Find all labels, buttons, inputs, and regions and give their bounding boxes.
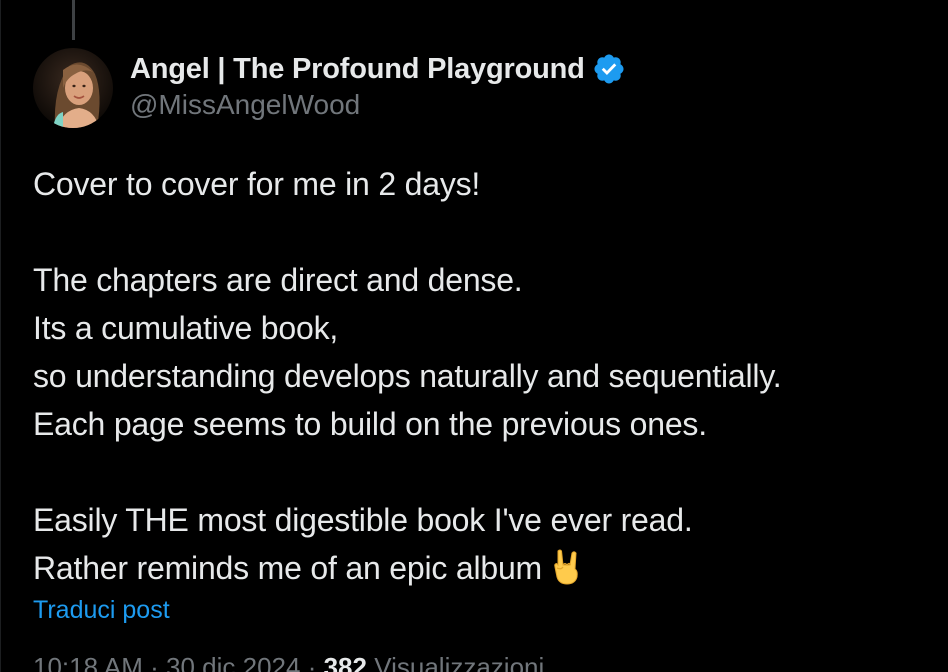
post-line: The chapters are direct and dense.	[33, 262, 523, 298]
post-line: Its a cumulative book,	[33, 310, 339, 346]
post-line-blank	[33, 448, 933, 496]
post-line-last: Rather reminds me of an epic album	[33, 544, 933, 592]
avatar-photo	[33, 48, 113, 128]
post-meta: 10:18 AM · 30 dic 2024 · 382 Visualizzaz…	[33, 652, 544, 672]
column-border	[0, 0, 1, 672]
post-line-blank	[33, 208, 933, 256]
post-body: Cover to cover for me in 2 days! The cha…	[33, 160, 933, 592]
verified-badge-icon[interactable]	[592, 52, 626, 86]
meta-separator: ·	[307, 652, 317, 672]
display-name[interactable]: Angel | The Profound Playground	[130, 53, 585, 86]
avatar[interactable]	[33, 48, 113, 128]
user-handle[interactable]: @MissAngelWood	[130, 89, 626, 121]
post-view: Angel | The Profound Playground @MissAng…	[0, 0, 948, 672]
translate-post-link[interactable]: Traduci post	[33, 596, 170, 625]
post-time[interactable]: 10:18 AM	[33, 652, 143, 672]
post-line: so understanding develops naturally and …	[33, 358, 782, 394]
post-date[interactable]: 30 dic 2024	[166, 652, 300, 672]
post-line: Each page seems to build on the previous…	[33, 406, 707, 442]
thread-connector-line	[72, 0, 75, 40]
post-line-text: Rather reminds me of an epic album	[33, 550, 542, 586]
post-line: Cover to cover for me in 2 days!	[33, 166, 481, 202]
post-line: Easily THE most digestible book I've eve…	[33, 502, 693, 538]
views-label: Visualizzazioni	[374, 652, 545, 672]
post-header: Angel | The Profound Playground @MissAng…	[130, 50, 626, 121]
meta-separator: ·	[150, 652, 159, 672]
name-row: Angel | The Profound Playground	[130, 50, 626, 88]
sign-of-the-horns-emoji-icon	[554, 549, 578, 585]
views-count: 382	[323, 652, 367, 672]
